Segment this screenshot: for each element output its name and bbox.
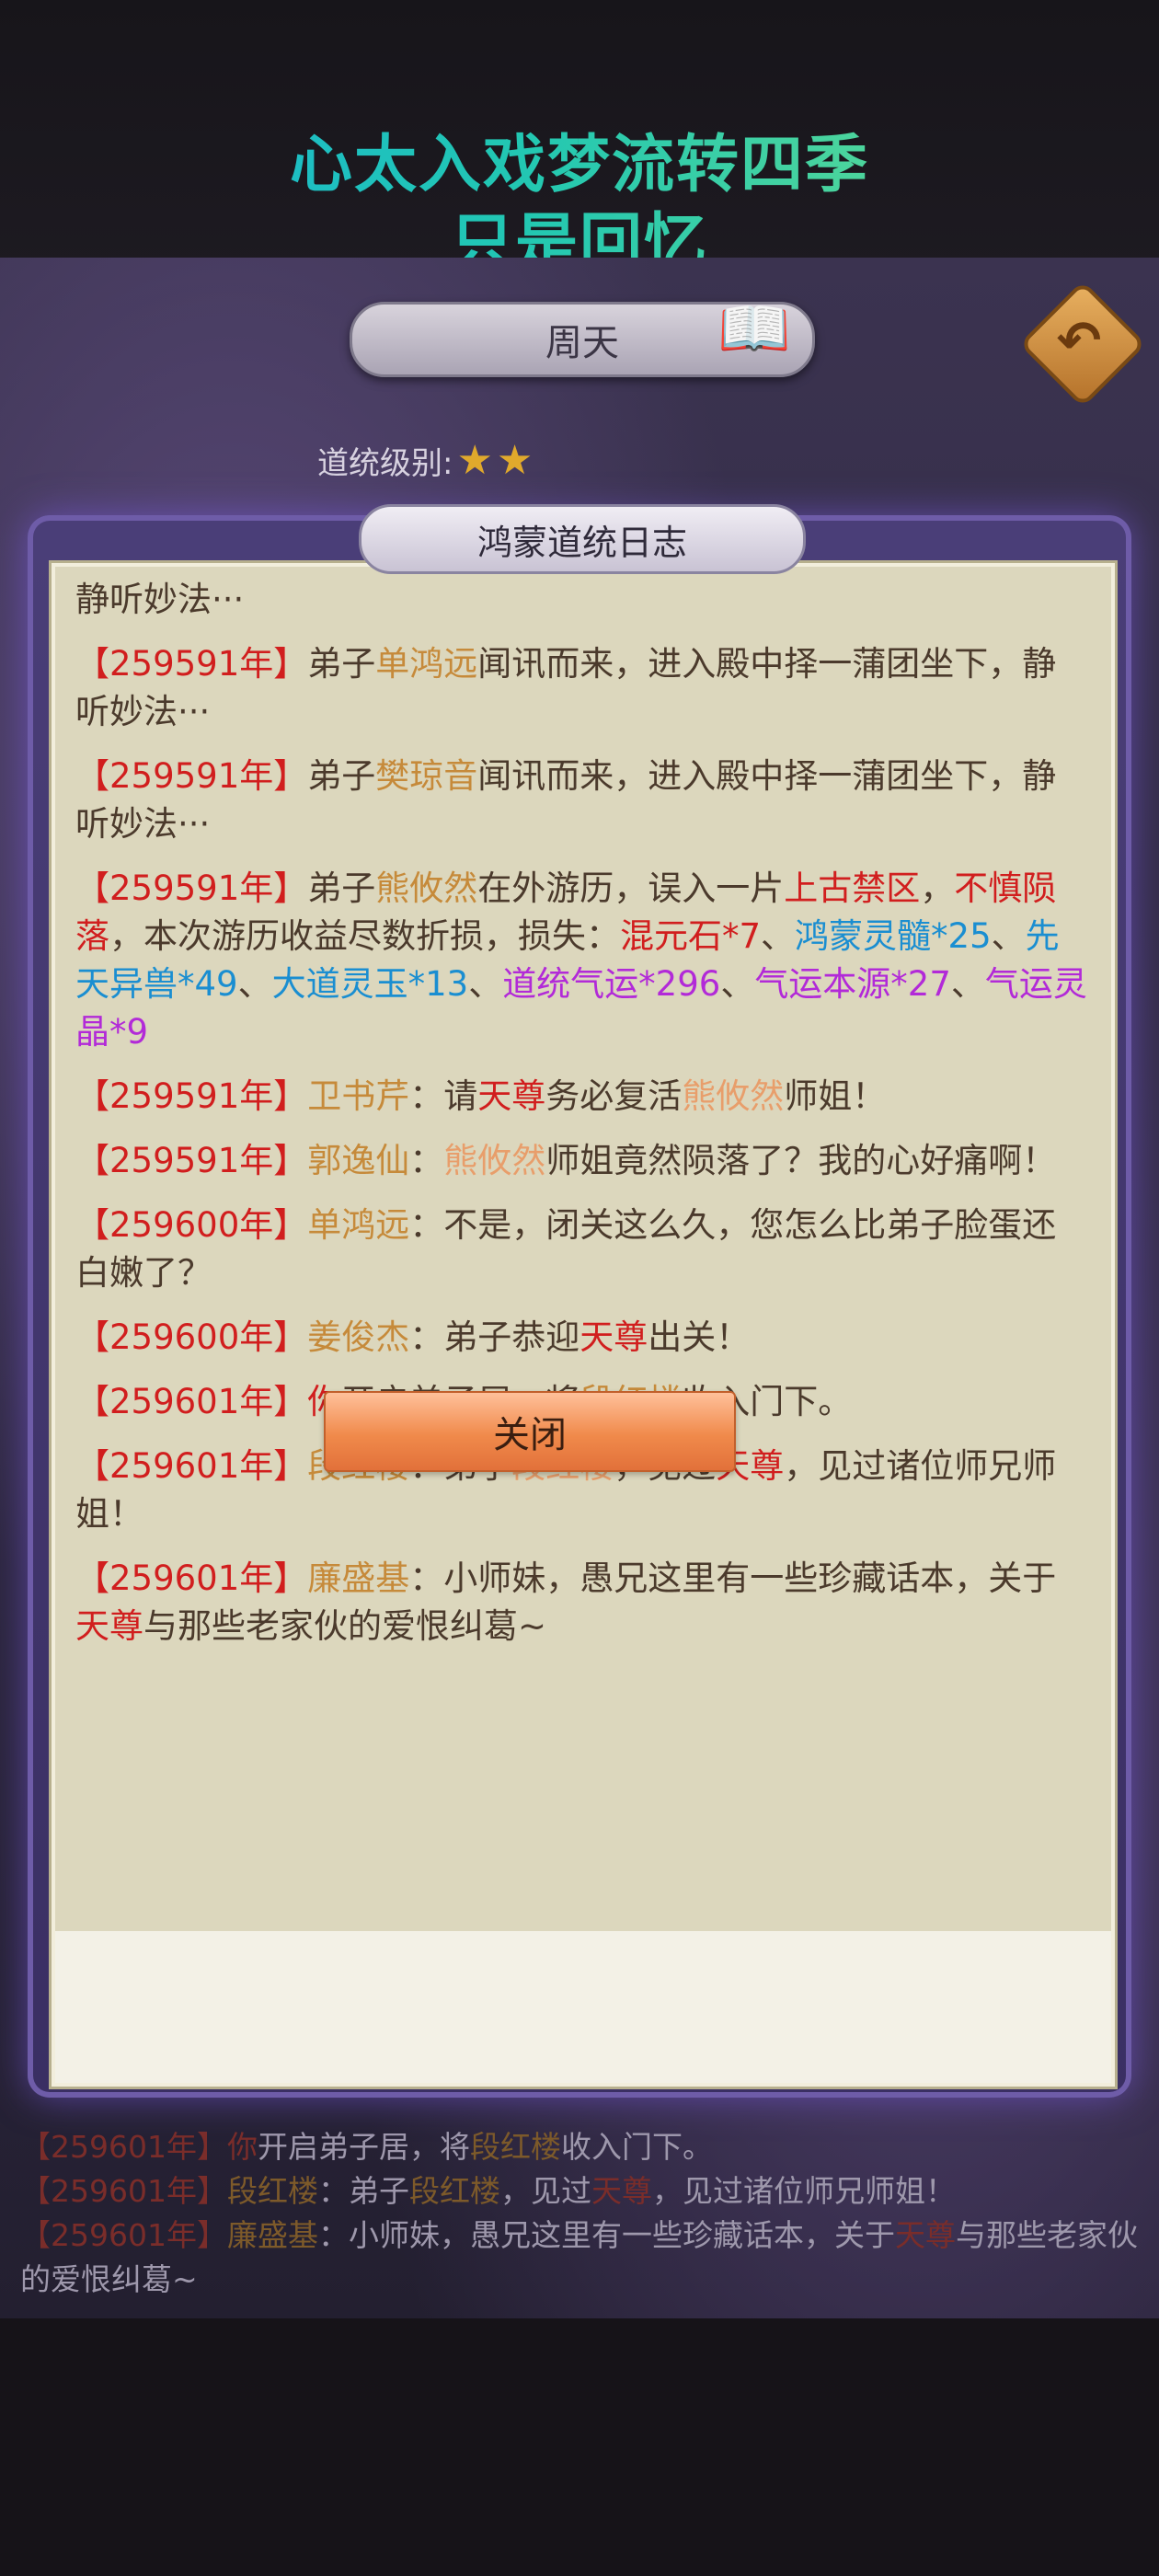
dao-level-row: 道统级别: ★ ★	[317, 432, 533, 488]
list-item: 【259601年】廉盛基：小师妹，愚兄这里有一些珍藏话本，关于天尊与那些老家伙的…	[20, 2217, 1138, 2297]
background-log: 【259601年】你开启弟子居，将段红楼收入门下。 【259601年】段红楼：弟…	[20, 2125, 1142, 2302]
list-item: 【259591年】卫书芹：请天尊务必复活熊攸然师姐！	[75, 1076, 887, 1116]
log-list: 静听妙法··· 【259591年】弟子单鸿远闻讯而来，进入殿中择一蒲团坐下，静听…	[75, 576, 1087, 1667]
star-icon: ★	[496, 436, 534, 484]
list-item: 【259591年】弟子樊琼音闻讯而来，进入殿中择一蒲团坐下，静听妙法···	[75, 756, 1057, 844]
list-item: 【259601年】段红楼：弟子段红楼，见过天尊，见过诸位师兄师姐！	[20, 2173, 956, 2209]
banner-line-1: 心太入戏梦流转四季	[0, 129, 1159, 202]
list-item: 【259591年】弟子熊攸然在外游历，误入一片上古禁区，不慎陨落，本次游历收益尽…	[75, 868, 1087, 1052]
promo-banner: 心太入戏梦流转四季 只是回忆	[0, 0, 1159, 280]
list-item: 【259591年】弟子单鸿远闻讯而来，进入殿中择一蒲团坐下，静听妙法···	[75, 644, 1057, 731]
level-label: 道统级别:	[317, 444, 453, 482]
list-item: 【259591年】郭逸仙：熊攸然师姐竟然陨落了？我的心好痛啊！	[75, 1141, 1057, 1180]
book-quill-icon[interactable]: 📖	[713, 293, 796, 366]
list-item: 【259600年】单鸿远：不是，闭关这么久，您怎么比弟子脸蛋还白嫩了？	[75, 1205, 1057, 1293]
list-item: 【259601年】廉盛基：小师妹，愚兄这里有一些珍藏话本，关于天尊与那些老家伙的…	[75, 1558, 1057, 1646]
star-icon: ★	[456, 436, 493, 484]
close-button[interactable]: 关闭	[324, 1391, 736, 1472]
modal-title: 鸿蒙道统日志	[359, 504, 806, 574]
list-item: 【259601年】你开启弟子居，将段红楼收入门下。	[20, 2129, 713, 2165]
list-item: 静听妙法···	[75, 580, 245, 619]
modal-footer	[55, 1931, 1111, 2083]
list-item: 【259600年】姜俊杰：弟子恭迎天尊出关！	[75, 1317, 751, 1357]
log-scroll-area[interactable]: 静听妙法··· 【259591年】弟子单鸿远闻讯而来，进入殿中择一蒲团坐下，静听…	[52, 563, 1115, 2087]
back-arrow-icon: ↶	[1056, 309, 1102, 372]
